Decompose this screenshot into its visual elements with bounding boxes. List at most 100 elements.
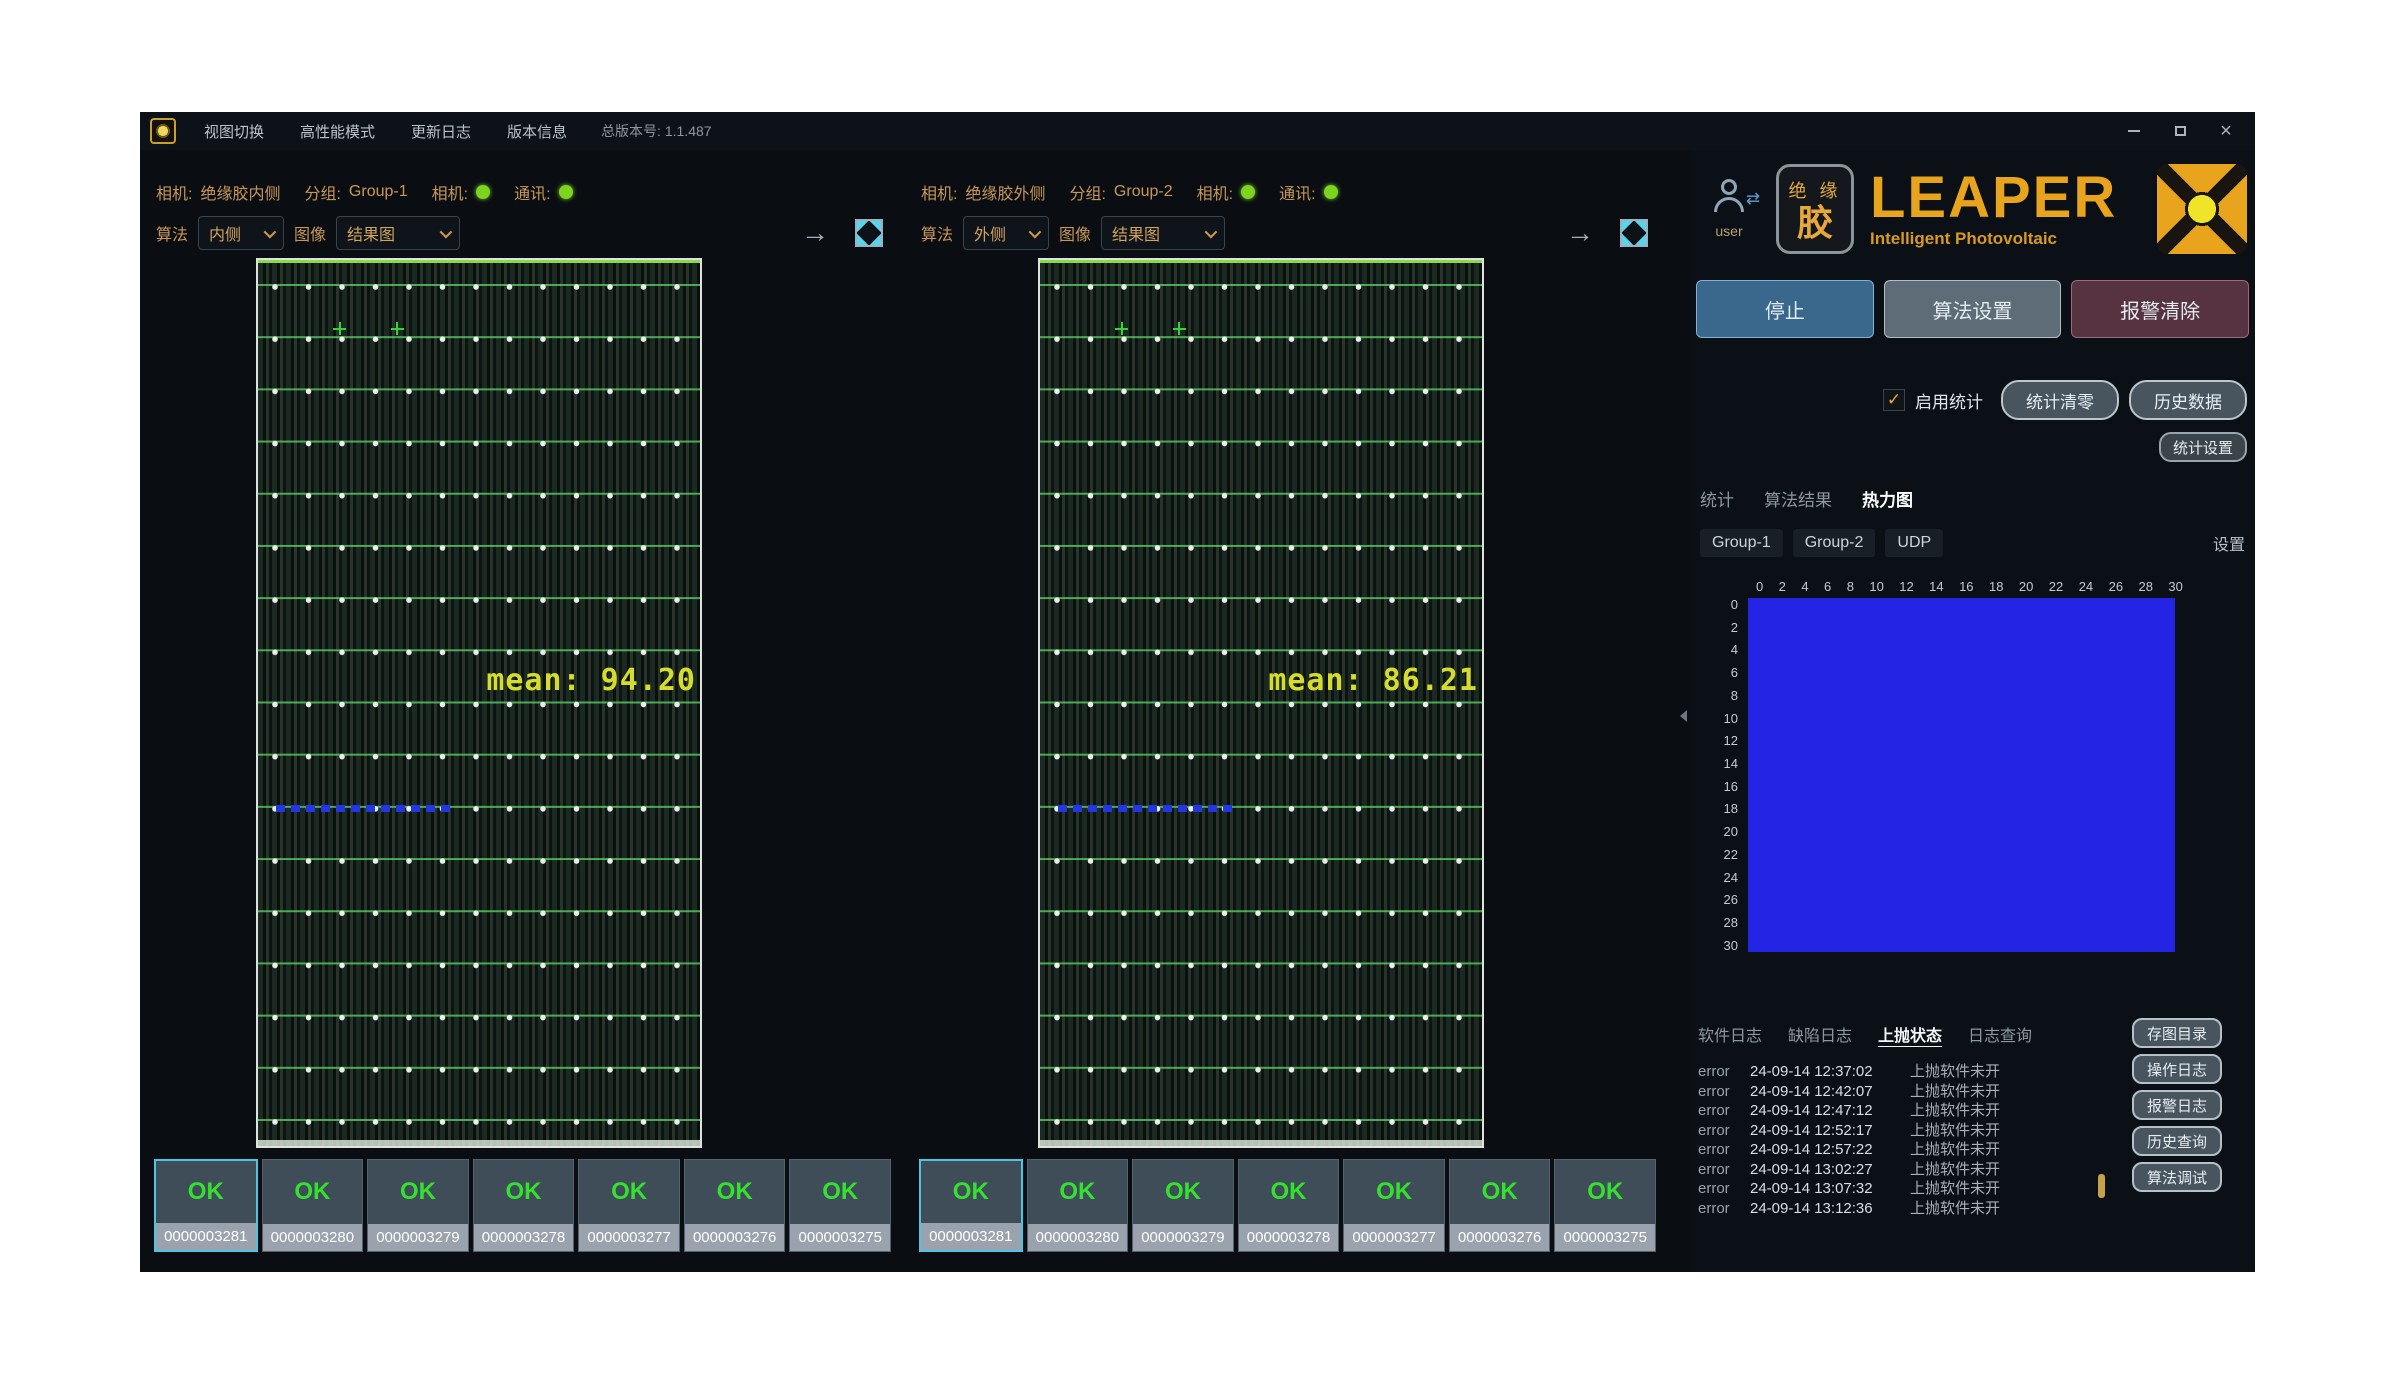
result-tile[interactable]: OK0000003276 bbox=[684, 1159, 786, 1252]
image-select[interactable]: 结果图 bbox=[336, 216, 460, 250]
algo-settings-button[interactable]: 算法设置 bbox=[1884, 280, 2062, 338]
log-message: 上抛软件未开 bbox=[1910, 1160, 2000, 1180]
group-settings-button[interactable]: 设置 bbox=[2213, 531, 2245, 555]
image-select-value: 结果图 bbox=[347, 221, 395, 245]
log-tab-软件日志[interactable]: 软件日志 bbox=[1698, 1022, 1762, 1046]
stop-button[interactable]: 停止 bbox=[1696, 280, 1874, 338]
result-tile[interactable]: OK0000003276 bbox=[1449, 1159, 1551, 1252]
minimize-button[interactable] bbox=[2125, 122, 2143, 140]
arrow-right-icon: → bbox=[801, 219, 829, 247]
stats-clear-button[interactable]: 统计清零 bbox=[2001, 380, 2119, 420]
result-tile[interactable]: OK0000003278 bbox=[1238, 1159, 1340, 1252]
y-tick-label: 12 bbox=[1724, 734, 1738, 747]
splitter-handle[interactable] bbox=[1680, 710, 1687, 722]
header-value: 绝缘胶内侧 bbox=[200, 180, 280, 204]
result-tile[interactable]: OK0000003281 bbox=[919, 1159, 1023, 1252]
header-label: 通讯: bbox=[514, 180, 550, 204]
log-time: 24-09-14 13:07:32 bbox=[1750, 1179, 1910, 1199]
log-message: 上抛软件未开 bbox=[1910, 1121, 2000, 1141]
image-select[interactable]: 结果图 bbox=[1101, 216, 1225, 250]
log-tab-缺陷日志[interactable]: 缺陷日志 bbox=[1788, 1022, 1852, 1046]
result-tile[interactable]: OK0000003280 bbox=[1027, 1159, 1129, 1252]
log-level: error bbox=[1698, 1179, 1750, 1199]
result-tile[interactable]: OK0000003279 bbox=[1132, 1159, 1234, 1252]
menu-bar: 视图切换 高性能模式 更新日志 版本信息 bbox=[204, 121, 567, 142]
brand-title: LEAPER bbox=[1870, 169, 2117, 227]
tab-统计[interactable]: 统计 bbox=[1700, 486, 1734, 511]
side-button-历史查询[interactable]: 历史查询 bbox=[2132, 1126, 2222, 1156]
x-tick-label: 16 bbox=[1959, 579, 1973, 594]
tab-算法结果[interactable]: 算法结果 bbox=[1764, 486, 1832, 511]
alarm-clear-button[interactable]: 报警清除 bbox=[2071, 280, 2249, 338]
algorithm-row: 算法外侧图像结果图→ bbox=[921, 216, 1648, 250]
result-tile[interactable]: OK0000003275 bbox=[1554, 1159, 1656, 1252]
log-tab-上抛状态[interactable]: 上抛状态 bbox=[1878, 1022, 1942, 1046]
group-tab-Group-2[interactable]: Group-2 bbox=[1793, 529, 1876, 557]
menu-item[interactable]: 版本信息 bbox=[507, 121, 567, 142]
x-tick-label: 0 bbox=[1756, 579, 1763, 594]
menu-item[interactable]: 视图切换 bbox=[204, 121, 264, 142]
y-tick-label: 26 bbox=[1724, 893, 1738, 906]
status-indicator-icon bbox=[559, 185, 573, 199]
chevron-down-icon bbox=[264, 225, 277, 238]
crosshair-mark-icon bbox=[1115, 322, 1128, 335]
header-value: 绝缘胶外侧 bbox=[965, 180, 1045, 204]
log-level: error bbox=[1698, 1101, 1750, 1121]
result-tile[interactable]: OK0000003277 bbox=[1343, 1159, 1445, 1252]
algorithm-select-value: 内侧 bbox=[209, 221, 241, 245]
crosshair-mark-icon bbox=[333, 322, 346, 335]
result-tile[interactable]: OK0000003278 bbox=[473, 1159, 575, 1252]
log-time: 24-09-14 12:52:17 bbox=[1750, 1121, 1910, 1141]
user-icon: ⇄ bbox=[1706, 179, 1752, 221]
algorithm-select[interactable]: 内侧 bbox=[198, 216, 284, 250]
y-tick-label: 22 bbox=[1724, 848, 1738, 861]
stats-settings-button[interactable]: 统计设置 bbox=[2159, 432, 2247, 462]
header-label: 相机: bbox=[1197, 180, 1233, 204]
result-tile[interactable]: OK0000003279 bbox=[367, 1159, 469, 1252]
defect-marks bbox=[276, 805, 453, 812]
log-message: 上抛软件未开 bbox=[1910, 1199, 2000, 1219]
side-button-操作日志[interactable]: 操作日志 bbox=[2132, 1054, 2222, 1084]
log-level: error bbox=[1698, 1199, 1750, 1219]
header-label: 通讯: bbox=[1279, 180, 1315, 204]
x-tick-label: 22 bbox=[2049, 579, 2063, 594]
side-button-算法调试[interactable]: 算法调试 bbox=[2132, 1162, 2222, 1192]
log-scrollbar-thumb[interactable] bbox=[2098, 1174, 2105, 1198]
user-button[interactable]: ⇄ user bbox=[1698, 179, 1760, 239]
algorithm-select[interactable]: 外侧 bbox=[963, 216, 1049, 250]
menu-item[interactable]: 高性能模式 bbox=[300, 121, 375, 142]
image-label: 图像 bbox=[1059, 221, 1091, 245]
tile-serial: 0000003279 bbox=[368, 1224, 468, 1251]
log-section: 软件日志缺陷日志上抛状态日志查询 error24-09-14 12:37:02上… bbox=[1690, 1022, 2255, 1218]
result-tile[interactable]: OK0000003281 bbox=[154, 1159, 258, 1252]
y-tick-label: 30 bbox=[1724, 939, 1738, 952]
history-data-button[interactable]: 历史数据 bbox=[2129, 380, 2247, 420]
side-button-报警日志[interactable]: 报警日志 bbox=[2132, 1090, 2222, 1120]
log-tab-日志查询[interactable]: 日志查询 bbox=[1968, 1022, 2032, 1046]
result-tile[interactable]: OK0000003280 bbox=[262, 1159, 364, 1252]
y-tick-label: 20 bbox=[1724, 825, 1738, 838]
maximize-button[interactable] bbox=[2171, 122, 2189, 140]
tile-serial: 0000003275 bbox=[790, 1224, 890, 1251]
group-tab-UDP[interactable]: UDP bbox=[1885, 529, 1943, 557]
tile-serial: 0000003278 bbox=[1239, 1224, 1339, 1251]
group-tab-Group-1[interactable]: Group-1 bbox=[1700, 529, 1783, 557]
tile-status: OK bbox=[1555, 1160, 1655, 1224]
heatmap-plot[interactable] bbox=[1748, 598, 2175, 952]
y-tick-label: 8 bbox=[1731, 689, 1738, 702]
side-button-存图目录[interactable]: 存图目录 bbox=[2132, 1018, 2222, 1048]
menu-item[interactable]: 更新日志 bbox=[411, 121, 471, 142]
log-side-buttons: 存图目录操作日志报警日志历史查询算法调试 bbox=[2132, 1018, 2222, 1192]
header-label: 相机: bbox=[921, 180, 957, 204]
arrow-right-icon: → bbox=[1566, 219, 1594, 247]
fullscreen-icon[interactable] bbox=[855, 219, 883, 247]
enable-stats-label: 启用统计 bbox=[1915, 388, 1983, 413]
tab-热力图[interactable]: 热力图 bbox=[1862, 486, 1913, 511]
app-logo-icon bbox=[150, 118, 176, 144]
enable-stats-checkbox[interactable]: ✓ bbox=[1883, 389, 1905, 411]
title-bar: 视图切换高性能模式更新日志版本信息 总版本号: 1.1.487 × bbox=[140, 112, 2255, 150]
result-tile[interactable]: OK0000003275 bbox=[789, 1159, 891, 1252]
close-button[interactable]: × bbox=[2217, 122, 2235, 140]
result-tile[interactable]: OK0000003277 bbox=[578, 1159, 680, 1252]
fullscreen-icon[interactable] bbox=[1620, 219, 1648, 247]
